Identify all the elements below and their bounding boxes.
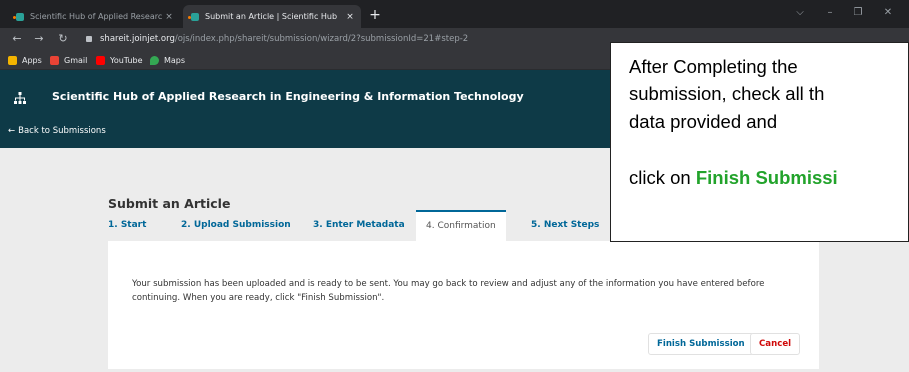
bookmark-youtube[interactable]: YouTube bbox=[96, 53, 143, 67]
bookmark-apps[interactable]: Apps bbox=[8, 53, 42, 67]
tab-close-icon[interactable]: × bbox=[162, 12, 176, 22]
confirmation-message: Your submission has been uploaded and is… bbox=[132, 279, 765, 303]
confirmation-panel: Your submission has been uploaded and is… bbox=[108, 241, 819, 369]
back-link-label: Back to Submissions bbox=[18, 126, 106, 136]
page-title: Submit an Article bbox=[108, 196, 231, 211]
tab-search-icon[interactable]: ⌵ bbox=[790, 4, 810, 22]
browser-tab-1[interactable]: Scientific Hub of Applied Researc × bbox=[8, 5, 180, 28]
maps-pin-icon bbox=[150, 55, 159, 65]
url-host: shareit.joinjet.org bbox=[100, 34, 175, 44]
bookmark-label: Apps bbox=[22, 55, 42, 65]
sitemap-icon[interactable] bbox=[14, 92, 26, 104]
youtube-icon bbox=[96, 55, 105, 65]
tab-close-icon[interactable]: × bbox=[343, 12, 357, 22]
new-tab-button[interactable]: + bbox=[366, 6, 384, 24]
tab-title: Submit an Article | Scientific Hub bbox=[205, 12, 338, 21]
apps-grid-icon bbox=[8, 55, 17, 65]
tab-next-steps[interactable]: 5. Next Steps bbox=[531, 210, 599, 241]
tab-upload-submission[interactable]: 2. Upload Submission bbox=[181, 210, 291, 241]
bookmark-label: YouTube bbox=[110, 55, 143, 65]
back-arrow-icon[interactable]: ← bbox=[8, 30, 26, 48]
finish-submission-button[interactable]: Finish Submission bbox=[648, 333, 754, 355]
url-field[interactable]: shareit.joinjet.org/ojs/index.php/sharei… bbox=[86, 30, 686, 48]
callout-emphasis: Finish Submissi bbox=[695, 167, 838, 188]
callout-line: click on Finish Submissi bbox=[629, 165, 838, 191]
site-favicon-icon bbox=[13, 12, 24, 21]
minimize-icon[interactable]: – bbox=[820, 4, 840, 22]
bookmark-gmail[interactable]: Gmail bbox=[50, 53, 87, 67]
bookmark-label: Gmail bbox=[64, 55, 88, 65]
browser-tab-2-active[interactable]: Submit an Article | Scientific Hub × bbox=[183, 5, 361, 28]
bookmark-maps[interactable]: Maps bbox=[150, 53, 185, 67]
site-title[interactable]: Scientific Hub of Applied Research in En… bbox=[52, 90, 524, 103]
tab-confirmation[interactable]: 4. Confirmation bbox=[416, 210, 506, 241]
lock-icon bbox=[86, 35, 92, 42]
reload-icon[interactable]: ↻ bbox=[54, 30, 72, 48]
back-arrow-icon: ← bbox=[8, 126, 16, 136]
browser-tab-strip: Scientific Hub of Applied Researc × Subm… bbox=[0, 0, 909, 28]
tab-start[interactable]: 1. Start bbox=[108, 210, 146, 241]
site-favicon-icon bbox=[188, 12, 199, 21]
cancel-button[interactable]: Cancel bbox=[750, 333, 801, 355]
gmail-icon bbox=[50, 55, 59, 65]
url-path: /ojs/index.php/shareit/submission/wizard… bbox=[174, 34, 469, 44]
callout-line: After Completing the bbox=[629, 56, 798, 77]
bookmark-label: Maps bbox=[164, 55, 186, 65]
forward-arrow-icon[interactable]: → bbox=[30, 30, 48, 48]
callout-line: submission, check all th bbox=[629, 83, 825, 104]
restore-icon[interactable]: ❐ bbox=[848, 4, 868, 22]
back-to-submissions-link[interactable]: ← Back to Submissions bbox=[8, 126, 106, 136]
instruction-callout: After Completing the submission, check a… bbox=[610, 42, 909, 242]
tab-title: Scientific Hub of Applied Researc bbox=[30, 12, 162, 21]
close-window-icon[interactable]: ✕ bbox=[878, 4, 898, 22]
callout-text: click on bbox=[629, 167, 696, 188]
callout-line: data provided and bbox=[629, 111, 778, 132]
tab-enter-metadata[interactable]: 3. Enter Metadata bbox=[313, 210, 405, 241]
